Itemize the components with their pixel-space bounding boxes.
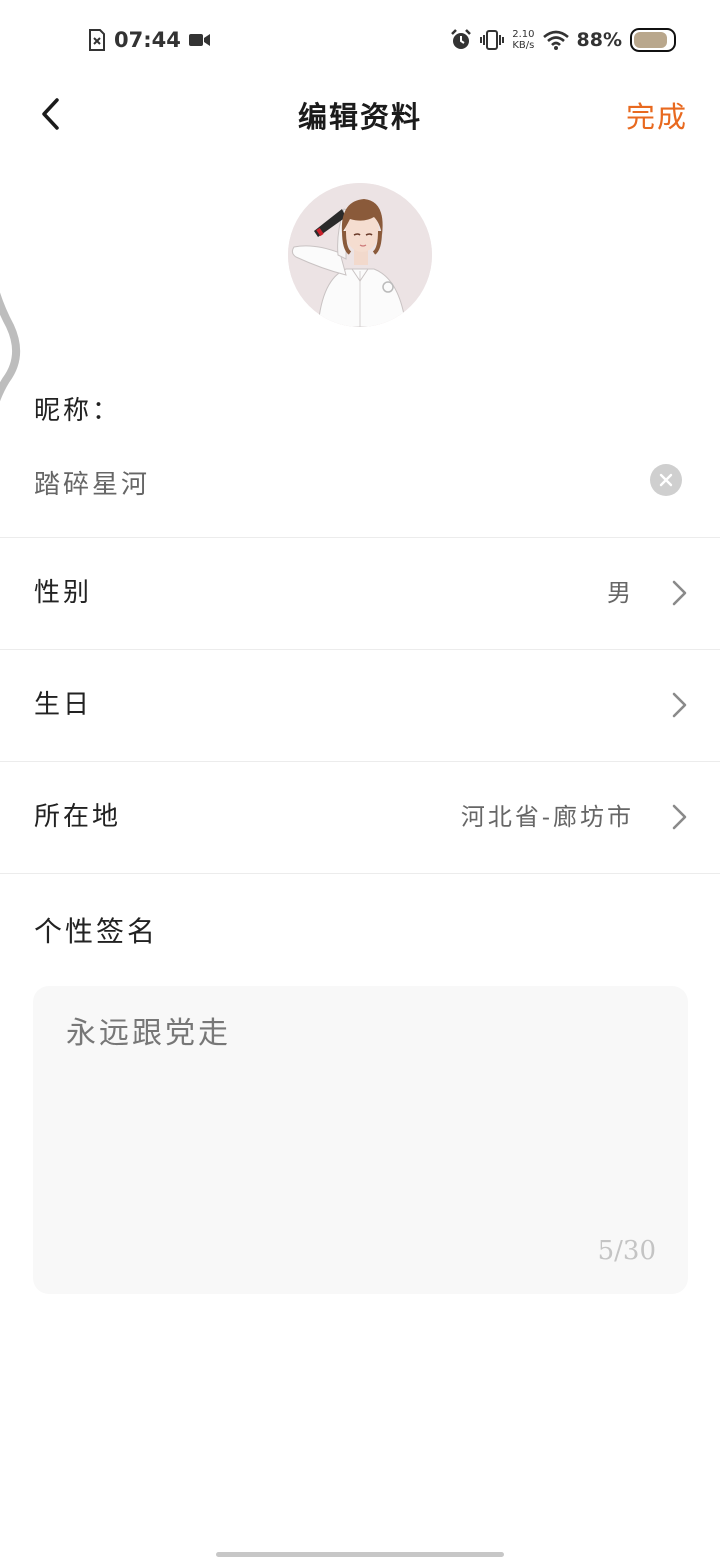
page-title: 编辑资料: [297, 100, 422, 134]
done-button[interactable]: 完成: [626, 94, 688, 136]
status-bar-right: 2.10 KB/s 88%: [450, 24, 676, 56]
video-camera-icon: [188, 34, 210, 46]
close-icon: [659, 473, 673, 487]
battery-percent: 88%: [576, 29, 622, 51]
divider: [0, 873, 720, 874]
clear-nickname-button[interactable]: [650, 464, 682, 496]
avatar-image: [288, 183, 432, 327]
location-row[interactable]: 所在地 河北省-廊坊市: [0, 762, 720, 872]
status-bar: 07:44 2.10 KB/s 88%: [0, 0, 720, 80]
birthday-row[interactable]: 生日: [0, 650, 720, 760]
nickname-input[interactable]: [34, 460, 634, 504]
net-speed-value: 2.10: [512, 29, 535, 40]
signature-label: 个性签名: [34, 915, 159, 948]
chevron-right-icon: [672, 580, 687, 606]
net-speed: 2.10 KB/s: [512, 29, 534, 51]
birthday-label: 生日: [34, 690, 93, 720]
nav-bar: 编辑资料 完成: [0, 80, 720, 148]
status-bar-left: 07:44: [88, 24, 211, 56]
status-time: 07:44: [114, 28, 181, 52]
battery-level: [634, 32, 668, 48]
alarm-icon: [451, 29, 472, 49]
edge-decoration: [0, 292, 20, 402]
avatar[interactable]: [288, 183, 432, 327]
vibrate-icon: [480, 30, 505, 50]
nickname-label: 昵称：: [34, 396, 122, 426]
location-value: 河北省-廊坊市: [460, 803, 634, 831]
gender-row[interactable]: 性别 男: [0, 538, 720, 648]
signature-input[interactable]: 永远跟党走: [66, 1008, 646, 1208]
wifi-icon: [542, 30, 569, 50]
sim-missing-icon: [89, 29, 105, 51]
net-speed-unit: KB/s: [512, 40, 535, 51]
chevron-right-icon: [672, 804, 687, 830]
gender-label: 性别: [34, 578, 93, 608]
chevron-right-icon: [672, 692, 687, 718]
battery-icon: [630, 28, 676, 52]
signature-char-count: 5/30: [597, 1236, 656, 1266]
location-label: 所在地: [34, 802, 122, 832]
home-indicator[interactable]: [216, 1552, 504, 1557]
gender-value: 男: [607, 579, 634, 607]
